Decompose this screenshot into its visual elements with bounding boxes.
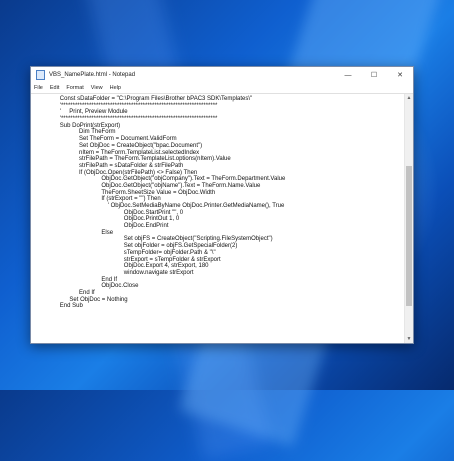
text-line: strExport = sTempFolder & strExport bbox=[123, 256, 221, 263]
window-title: VBS_NamePlate.html - Notepad bbox=[49, 72, 136, 78]
text-line: strFilePath = TheForm.TemplateList.optio… bbox=[79, 156, 231, 163]
text-line: '***************************************… bbox=[59, 102, 218, 109]
editor-area: Const sDataFolder = "C:\Program Files\Br… bbox=[31, 93, 413, 343]
text-line: Set objFolder = objFS.GetSpecialFolder(2… bbox=[123, 243, 238, 250]
text-line: sTempFolder= objFolder.Path & "\" bbox=[123, 249, 216, 256]
notepad-icon bbox=[36, 70, 45, 80]
text-line: TheForm.SheetSize Value = ObjDoc.Width bbox=[101, 189, 216, 196]
text-line: ObjDoc.GetObject("objCompany").Text = Th… bbox=[101, 176, 286, 183]
vertical-scrollbar[interactable]: ▲ ▼ bbox=[404, 94, 413, 343]
text-line: ' ObjDoc.SetMediaByName ObjDoc.Printer.G… bbox=[107, 203, 285, 209]
menu-view[interactable]: View bbox=[91, 85, 103, 91]
maximize-button[interactable]: ☐ bbox=[361, 67, 387, 83]
text-line: Dim TheForm bbox=[79, 129, 116, 136]
text-line: ObjDoc.StartPrint "", 0 bbox=[123, 209, 184, 216]
text-line: ObjDoc.Export 4, strExport, 180 bbox=[123, 263, 209, 270]
notepad-window[interactable]: VBS_NamePlate.html - Notepad — ☐ ✕ File … bbox=[30, 66, 414, 344]
text-line: ObjDoc.PrintOut 1, 0 bbox=[123, 216, 180, 223]
text-line: Sub DoPrint(strExport) bbox=[59, 122, 121, 129]
menu-help[interactable]: Help bbox=[110, 85, 121, 91]
text-line: ' Print, Preview Module bbox=[59, 109, 128, 116]
text-line: End If bbox=[101, 276, 118, 283]
menu-file[interactable]: File bbox=[34, 85, 43, 91]
text-line: ObjDoc.EndPrint bbox=[123, 223, 169, 230]
text-line: Set ObjDoc = CreateObject("bpac.Document… bbox=[79, 142, 203, 149]
minimize-button[interactable]: — bbox=[335, 67, 361, 83]
menu-format[interactable]: Format bbox=[66, 85, 83, 91]
text-line: ObjDoc.Close bbox=[101, 283, 139, 290]
text-line: Set TheForm = Document.ValidForm bbox=[79, 136, 177, 143]
scrollbar-thumb[interactable] bbox=[406, 166, 412, 306]
title-bar[interactable]: VBS_NamePlate.html - Notepad — ☐ ✕ bbox=[31, 67, 413, 83]
close-button[interactable]: ✕ bbox=[387, 67, 413, 83]
text-line: nItem = TheForm.TemplateList.selectedInd… bbox=[79, 149, 200, 156]
text-line: Set objFS = CreateObject("Scripting.File… bbox=[123, 236, 273, 243]
text-line: Else bbox=[101, 229, 114, 236]
text-line: Set ObjDoc = Nothing bbox=[69, 296, 128, 303]
text-line: strFilePath = sDataFolder & strFilePath bbox=[79, 162, 184, 169]
menu-bar: File Edit Format View Help bbox=[31, 83, 413, 93]
text-line: Const sDataFolder = "C:\Program Files\Br… bbox=[59, 96, 253, 102]
scroll-up-arrow-icon[interactable]: ▲ bbox=[405, 94, 413, 102]
text-line: End If bbox=[79, 289, 95, 296]
text-line: End Sub bbox=[59, 303, 83, 310]
text-line: '***************************************… bbox=[59, 116, 218, 123]
text-line: If (ObjDoc.Open(strFilePath) <> False) T… bbox=[79, 169, 198, 176]
text-line: If (strExport = "") Then bbox=[101, 196, 161, 203]
text-line: ObjDoc.GetObject("objName").Text = TheFo… bbox=[101, 182, 261, 189]
text-line: window.navigate strExport bbox=[123, 269, 194, 276]
scroll-down-arrow-icon[interactable]: ▼ bbox=[405, 335, 413, 343]
text-editor[interactable]: Const sDataFolder = "C:\Program Files\Br… bbox=[31, 94, 405, 343]
menu-edit[interactable]: Edit bbox=[50, 85, 59, 91]
